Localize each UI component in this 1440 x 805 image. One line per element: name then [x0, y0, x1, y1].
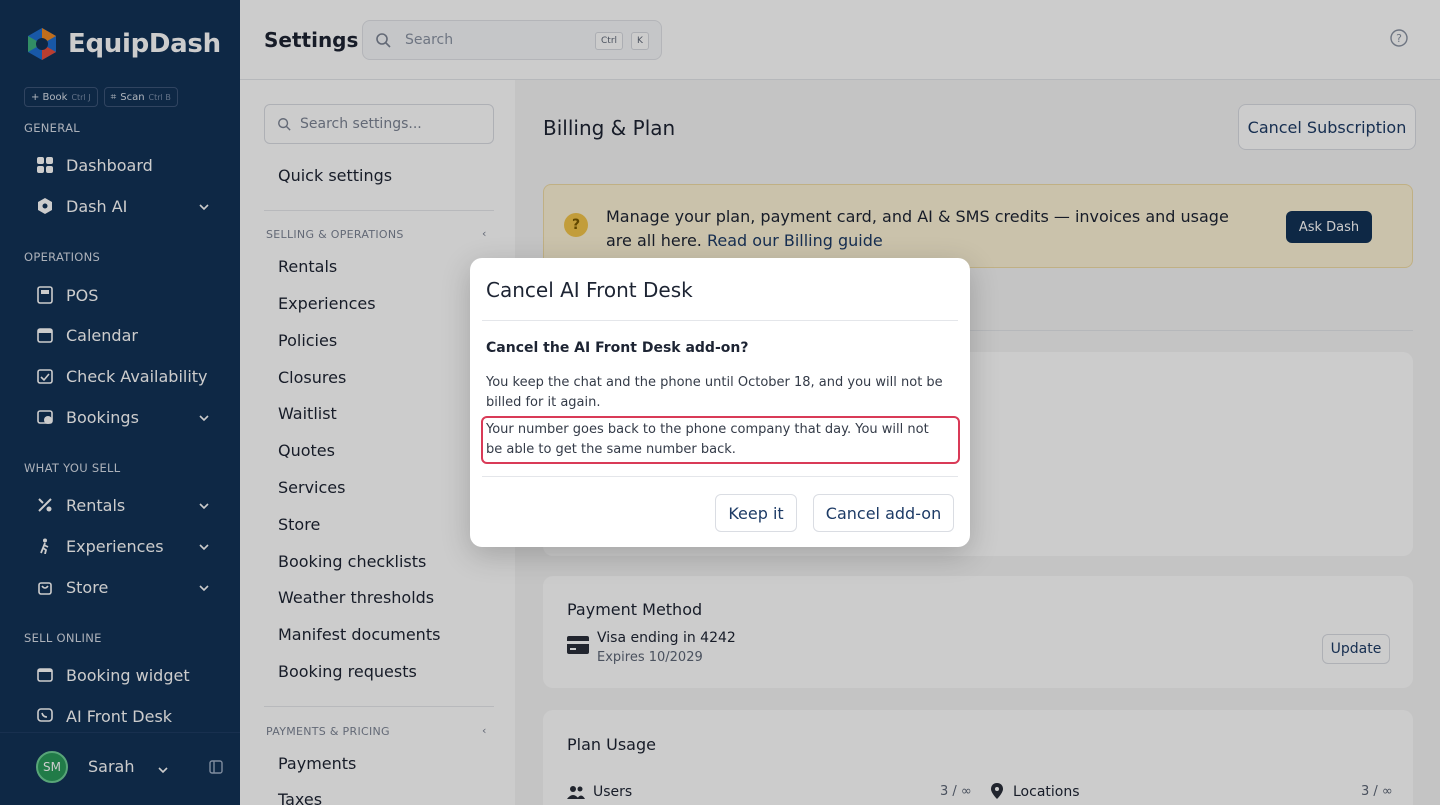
dialog-title: Cancel AI Front Desk — [486, 278, 693, 302]
cancel-addon-button[interactable]: Cancel add-on — [813, 494, 954, 532]
cancel-addon-dialog: Cancel AI Front Desk Cancel the AI Front… — [470, 258, 970, 547]
dialog-paragraph: You keep the chat and the phone until Oc… — [486, 375, 943, 410]
keep-it-button[interactable]: Keep it — [715, 494, 797, 532]
divider — [482, 320, 958, 321]
dialog-question: Cancel the AI Front Desk add-on? — [486, 340, 749, 356]
dialog-warning: Your number goes back to the phone compa… — [486, 422, 929, 457]
divider — [482, 476, 958, 477]
